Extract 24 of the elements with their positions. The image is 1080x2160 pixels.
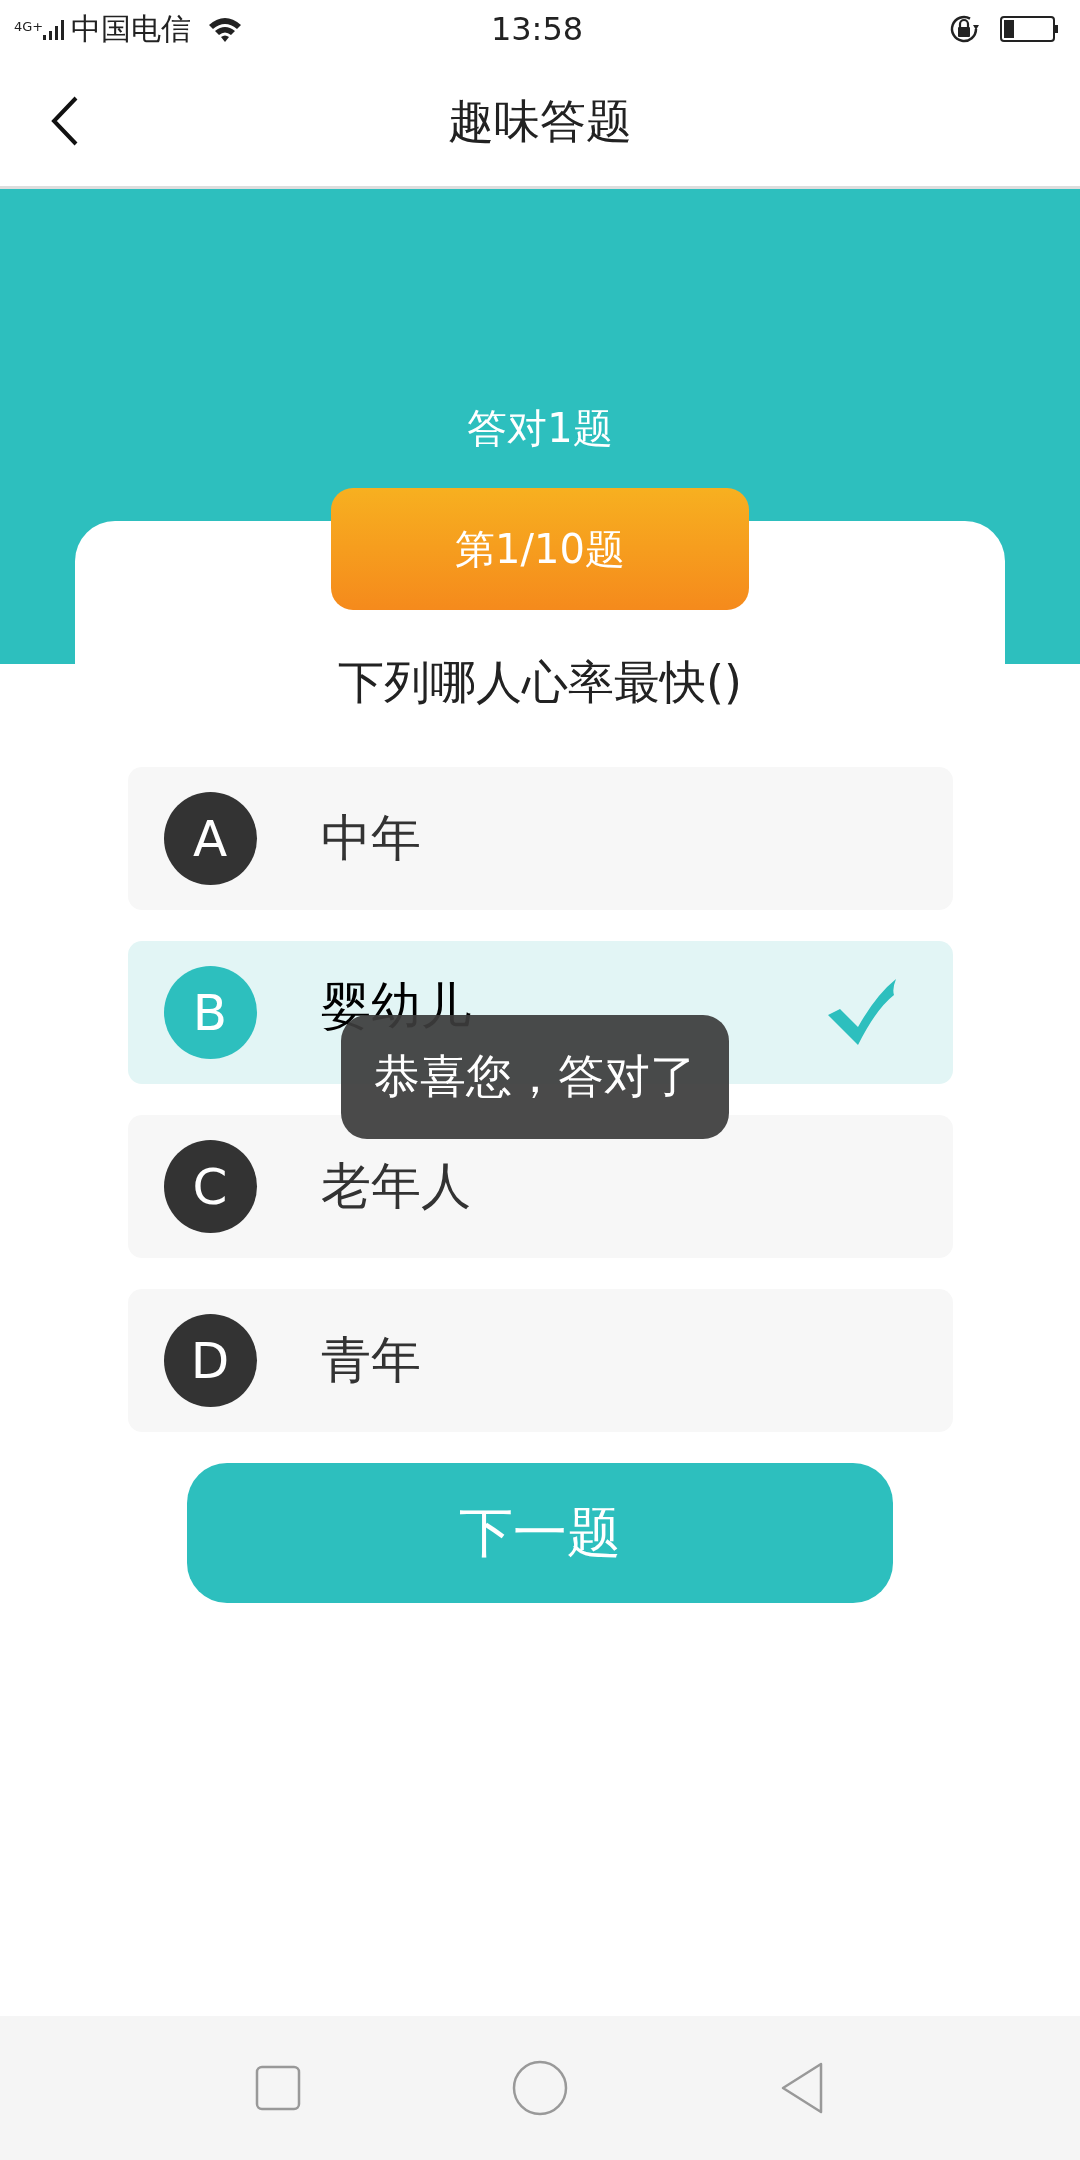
- option-text: 老年人: [320, 1156, 471, 1217]
- recent-apps-icon[interactable]: [255, 2065, 302, 2111]
- option-letter: B: [163, 966, 257, 1059]
- answer-option[interactable]: C 老年人: [127, 1115, 953, 1258]
- progress-badge: 第1/10题: [331, 488, 749, 610]
- option-letter: D: [163, 1314, 257, 1407]
- wifi-icon: [207, 15, 244, 43]
- back-icon[interactable]: [50, 96, 80, 146]
- network-label: 4G+: [14, 18, 44, 34]
- question-text: 下列哪人心率最快(): [338, 654, 742, 711]
- option-text: 青年: [320, 1330, 421, 1391]
- option-text: 中年: [320, 808, 421, 869]
- signal-icon: [43, 18, 66, 40]
- option-letter: A: [163, 792, 257, 885]
- option-letter: C: [163, 1140, 257, 1233]
- page-title: 趣味答题: [448, 93, 632, 150]
- score-label: 答对1题: [467, 404, 613, 451]
- carrier-label: 中国电信: [71, 9, 192, 48]
- answer-option[interactable]: D 青年: [127, 1289, 953, 1432]
- check-icon: [827, 979, 898, 1045]
- home-icon[interactable]: [512, 2060, 568, 2116]
- battery-icon: [1000, 15, 1060, 43]
- clock-time: 13:58: [490, 10, 584, 48]
- answer-option[interactable]: A 中年: [127, 767, 953, 910]
